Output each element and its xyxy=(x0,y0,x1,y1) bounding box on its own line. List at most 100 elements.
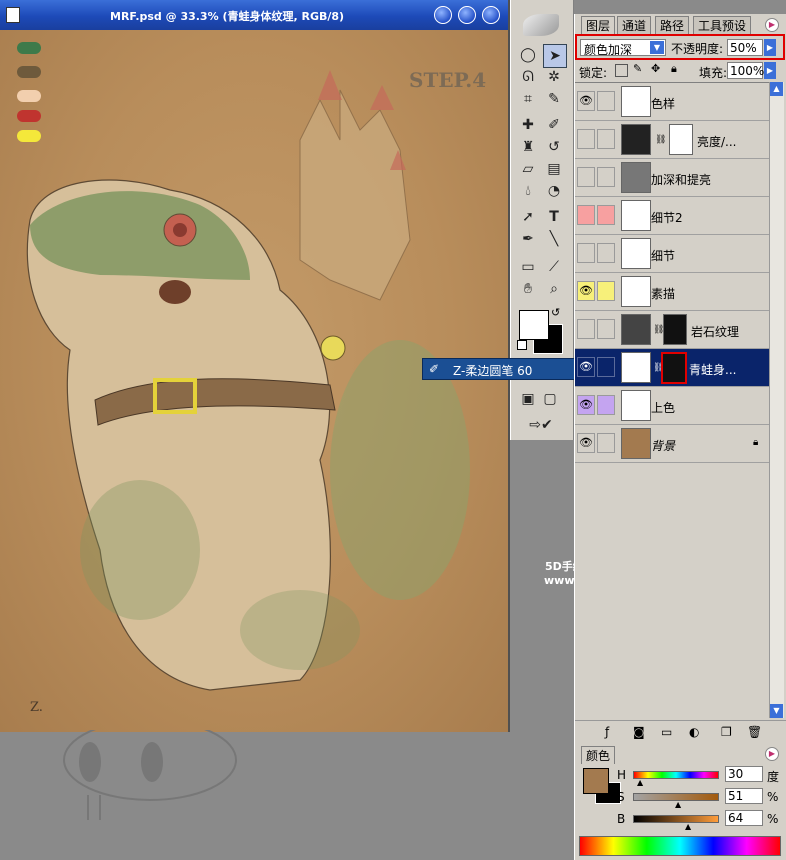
brightness-slider-thumb-icon[interactable]: ▲ xyxy=(685,822,691,831)
saturation-input[interactable]: 51 xyxy=(725,788,763,804)
document-title-bar[interactable]: MRF.psd @ 33.3% (青蛙身体纹理, RGB/8) xyxy=(0,0,508,31)
new-adjustment-layer-button-icon[interactable]: ◐ xyxy=(689,725,699,739)
layer-row-detail[interactable]: 细节 xyxy=(575,235,769,273)
layer-link-cell[interactable] xyxy=(597,205,615,225)
layer-link-cell[interactable] xyxy=(597,357,615,377)
layer-style-button-icon[interactable]: ƒ xyxy=(605,725,609,739)
image-canvas[interactable]: STEP.4 Z. xyxy=(0,30,508,732)
lasso-tool-icon[interactable]: ᘏ xyxy=(517,66,539,88)
hue-input[interactable]: 30 xyxy=(725,766,763,782)
tab-paths[interactable]: 路径 xyxy=(655,16,690,34)
blend-mode-select[interactable]: 颜色加深 ▼ xyxy=(580,39,666,57)
layer-link-cell[interactable] xyxy=(597,243,615,263)
delete-layer-button-icon[interactable]: 🗑︎ xyxy=(747,725,762,739)
opacity-input[interactable]: 50% xyxy=(727,39,763,56)
foreground-color-swatch[interactable] xyxy=(519,310,549,340)
layer-row-sketch[interactable]: 👁︎ 素描 xyxy=(575,273,769,311)
move-tool-icon[interactable]: ➤ xyxy=(543,44,567,68)
visibility-toggle[interactable] xyxy=(577,129,595,149)
lock-transparency-icon[interactable] xyxy=(615,64,628,77)
brightness-slider[interactable] xyxy=(633,815,719,823)
screen-mode-icon[interactable]: ▢ xyxy=(539,388,561,410)
layer-row-brightness[interactable]: ⛓︎ 亮度/... xyxy=(575,121,769,159)
layer-row-coloring[interactable]: 👁︎ 上色 xyxy=(575,387,769,425)
scroll-up-arrow-icon[interactable]: ▲ xyxy=(770,82,783,96)
visibility-eye-icon[interactable]: 👁︎ xyxy=(577,433,595,453)
visibility-toggle[interactable] xyxy=(577,243,595,263)
hue-slider-thumb-icon[interactable]: ▲ xyxy=(637,778,643,787)
tab-channels[interactable]: 通道 xyxy=(617,16,652,34)
swap-colors-icon[interactable]: ↺ xyxy=(551,306,560,319)
layer-row-rock-texture[interactable]: ⛓︎ 岩石纹理 xyxy=(575,311,769,349)
line-tool-icon[interactable]: ╲ xyxy=(543,228,565,250)
add-mask-button-icon[interactable]: ◙ xyxy=(633,725,645,739)
history-brush-tool-icon[interactable]: ↺ xyxy=(543,136,565,158)
minimize-button[interactable] xyxy=(434,6,452,24)
close-button[interactable] xyxy=(482,6,500,24)
visibility-toggle[interactable] xyxy=(577,319,595,339)
layer-link-cell[interactable] xyxy=(597,319,615,339)
eraser-tool-icon[interactable]: ▱ xyxy=(517,158,539,180)
eyedropper-tool-icon[interactable]: ⟋ xyxy=(543,256,565,278)
path-selection-tool-icon[interactable]: ➚ xyxy=(517,206,539,228)
layer-link-cell[interactable] xyxy=(597,281,615,301)
color-spectrum-ramp[interactable] xyxy=(579,836,781,856)
clone-stamp-tool-icon[interactable]: ♜ xyxy=(517,136,539,158)
foreground-color-swatch[interactable] xyxy=(583,768,609,794)
tab-tool-presets[interactable]: 工具预设 xyxy=(693,16,752,34)
scroll-down-arrow-icon[interactable]: ▼ xyxy=(770,704,783,718)
brightness-input[interactable]: 64 xyxy=(725,810,763,826)
pen-tool-icon[interactable]: ✒ xyxy=(517,228,539,250)
panel-menu-arrow-icon[interactable]: ▶ xyxy=(765,747,779,761)
crop-tool-icon[interactable]: ⌗ xyxy=(517,88,539,110)
notes-tool-icon[interactable]: ▭ xyxy=(517,256,539,278)
layer-row-background[interactable]: 👁︎ 背景 🔒︎ xyxy=(575,425,769,463)
tab-color[interactable]: 颜色 xyxy=(581,746,616,764)
brush-tool-icon[interactable]: ✐ xyxy=(543,114,565,136)
layer-thumbnail xyxy=(621,86,651,117)
magic-wand-tool-icon[interactable]: ✲ xyxy=(543,66,565,88)
hue-slider[interactable] xyxy=(633,771,719,779)
layer-link-cell[interactable] xyxy=(597,91,615,111)
healing-brush-tool-icon[interactable]: ✚ xyxy=(517,114,539,136)
layer-row-swatches[interactable]: 👁︎ 色样 xyxy=(575,83,769,121)
jump-to-imageready-icon[interactable]: ⇨✔ xyxy=(521,414,561,436)
visibility-eye-icon[interactable]: 👁︎ xyxy=(577,91,595,111)
type-tool-icon[interactable]: T xyxy=(543,206,565,228)
layer-row-dodge-burn[interactable]: 加深和提亮 xyxy=(575,159,769,197)
opacity-label: 不透明度: xyxy=(671,42,724,56)
layer-link-cell[interactable] xyxy=(597,395,615,415)
new-layer-button-icon[interactable]: ❐ xyxy=(721,725,732,739)
lock-all-icon[interactable]: 🔒︎ xyxy=(671,62,677,76)
layer-row-frog-body-texture[interactable]: 👁︎ ⛓︎ 青蛙身... xyxy=(575,349,769,387)
layer-link-cell[interactable] xyxy=(597,433,615,453)
lock-position-icon[interactable]: ✥ xyxy=(651,62,660,75)
layers-scrollbar[interactable]: ▲ ▼ xyxy=(769,82,784,718)
layer-link-cell[interactable] xyxy=(597,167,615,187)
slice-tool-icon[interactable]: ✎ xyxy=(543,88,565,110)
lock-image-icon[interactable]: ✎ xyxy=(633,62,642,75)
visibility-eye-icon[interactable]: 👁︎ xyxy=(577,395,595,415)
default-colors-icon[interactable] xyxy=(517,340,527,350)
opacity-slider-arrow-icon[interactable]: ▶ xyxy=(764,39,776,56)
saturation-slider-thumb-icon[interactable]: ▲ xyxy=(675,800,681,809)
visibility-eye-icon[interactable]: 👁︎ xyxy=(577,357,595,377)
hand-tool-icon[interactable]: ✋︎ xyxy=(517,278,539,300)
visibility-eye-icon[interactable]: 👁︎ xyxy=(577,281,595,301)
blur-tool-icon[interactable]: 💧︎ xyxy=(517,180,539,202)
maximize-button[interactable] xyxy=(458,6,476,24)
fill-input[interactable]: 100% xyxy=(727,62,764,79)
new-group-button-icon[interactable]: ▭ xyxy=(661,725,672,739)
zoom-tool-icon[interactable]: ⌕ xyxy=(543,278,565,300)
layer-row-detail2[interactable]: 细节2 xyxy=(575,197,769,235)
tab-layers[interactable]: 图层 xyxy=(581,16,616,34)
visibility-toggle[interactable] xyxy=(577,205,595,225)
dodge-tool-icon[interactable]: ◔ xyxy=(543,180,565,202)
layer-link-cell[interactable] xyxy=(597,129,615,149)
standard-mode-icon[interactable]: ▣ xyxy=(517,388,539,410)
visibility-toggle[interactable] xyxy=(577,167,595,187)
elliptical-marquee-tool-icon[interactable]: ◯ xyxy=(517,44,539,66)
panel-menu-arrow-icon[interactable]: ▶ xyxy=(765,18,779,32)
fill-slider-arrow-icon[interactable]: ▶ xyxy=(764,62,776,79)
gradient-tool-icon[interactable]: ▤ xyxy=(543,158,565,180)
